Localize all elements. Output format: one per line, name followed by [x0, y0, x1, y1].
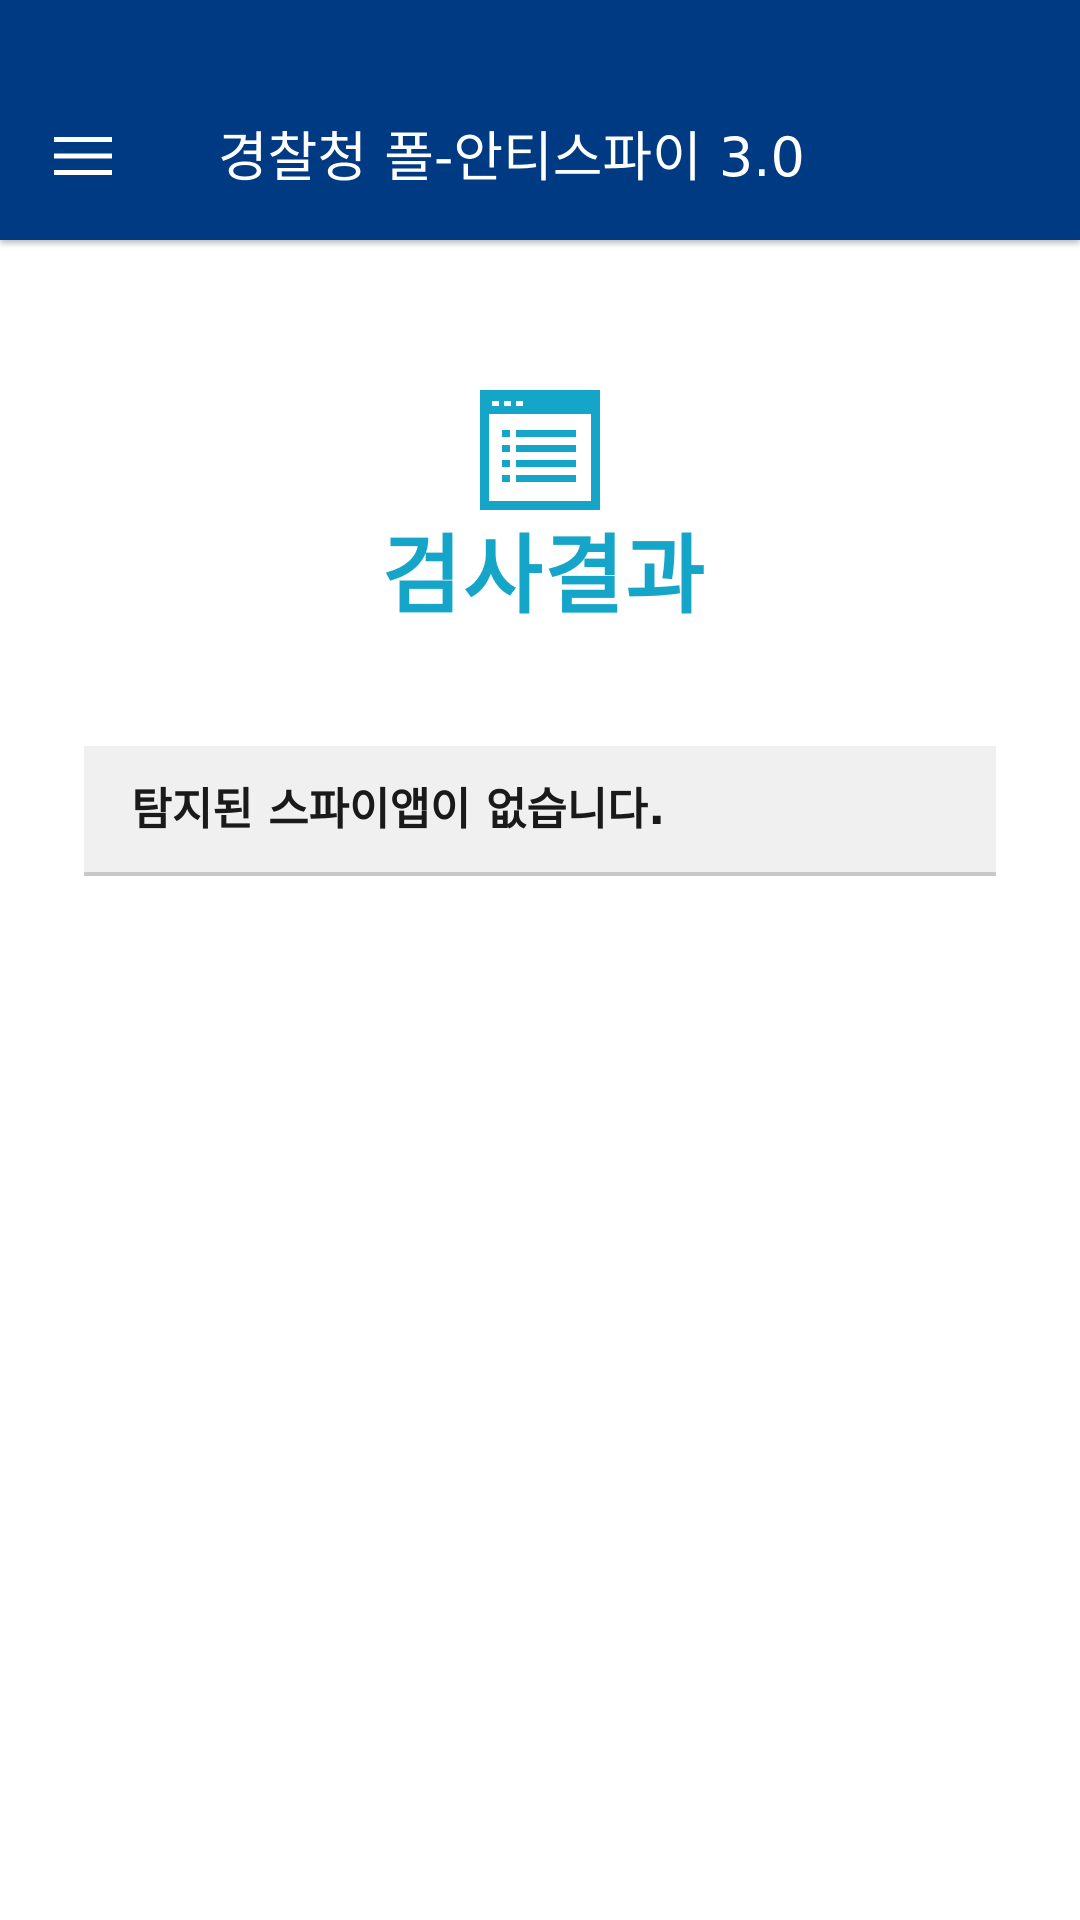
- menu-button[interactable]: [40, 116, 126, 196]
- hamburger-menu-icon: [54, 137, 112, 175]
- no-spyware-message: 탐지된 스파이앱이 없습니다.: [132, 784, 666, 835]
- inspection-result-logo: 검사결과: [370, 388, 710, 638]
- app-toolbar: 경찰청 폴-안티스파이 3.0: [0, 0, 1080, 240]
- result-message-card: 탐지된 스파이앱이 없습니다.: [84, 746, 996, 876]
- inspection-result-label: 검사결과: [382, 526, 708, 626]
- toolbar-title: 경찰청 폴-안티스파이 3.0: [218, 126, 805, 189]
- document-list-icon: [480, 390, 600, 510]
- app-screen: 경찰청 폴-안티스파이 3.0 검사결과 탐지된 스파이앱이 없습니다.: [0, 0, 1080, 1920]
